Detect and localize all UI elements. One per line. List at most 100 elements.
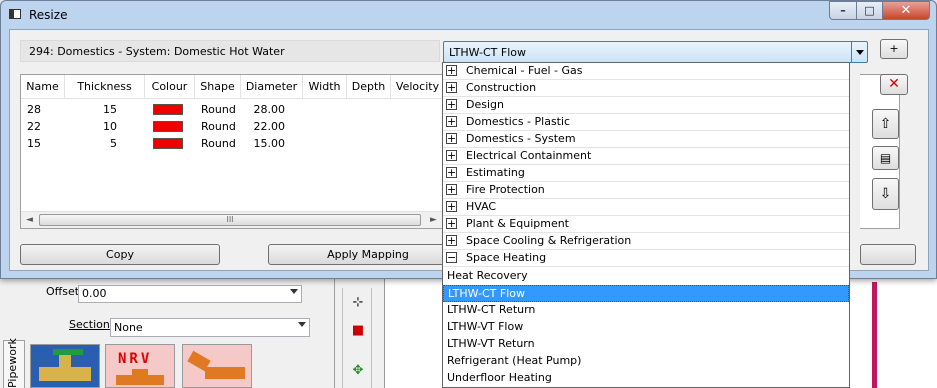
column-header-thickness[interactable]: Thickness <box>65 75 145 99</box>
tee-fitting-tile[interactable] <box>182 344 252 388</box>
expand-icon[interactable]: + <box>446 65 457 76</box>
maximize-button[interactable]: □ <box>856 1 883 20</box>
title-bar[interactable]: Resize – □ ✕ <box>1 1 936 29</box>
apply-mapping-button[interactable]: Apply Mapping <box>268 244 468 265</box>
list-item-group[interactable]: + Fire Protection <box>443 182 849 199</box>
window-icon <box>9 9 21 19</box>
table-row[interactable]: 15 5 Round 15.00 <box>21 135 442 152</box>
list-item[interactable]: Underfloor Heating <box>443 370 849 387</box>
group-label: Chemical - Fuel - Gas <box>466 64 583 77</box>
collapse-icon[interactable]: − <box>446 252 457 263</box>
expand-icon[interactable]: + <box>446 133 457 144</box>
pipe-line <box>872 282 877 388</box>
ball-valve-icon <box>39 349 91 381</box>
list-item-group[interactable]: + Electrical Containment <box>443 148 849 165</box>
minimize-button[interactable]: – <box>829 1 857 20</box>
add-button[interactable]: + <box>880 39 908 59</box>
expand-icon[interactable]: + <box>446 201 457 212</box>
cell-name: 15 <box>27 137 41 150</box>
delete-x-icon: ✕ <box>888 76 900 92</box>
cell-shape: Round <box>201 120 236 133</box>
cell-name: 22 <box>27 120 41 133</box>
list-item[interactable]: LTHW-CT Return <box>443 302 849 319</box>
section-combo[interactable]: None <box>110 318 310 337</box>
connector-icon[interactable]: ⊹ <box>349 294 367 312</box>
offset-value: 0.00 <box>82 287 107 300</box>
column-header-colour[interactable]: Colour <box>145 75 195 99</box>
horizontal-scrollbar[interactable]: ◄ III ► <box>21 211 442 228</box>
expand-icon[interactable]: + <box>446 99 457 110</box>
group-label: Fire Protection <box>466 183 545 196</box>
column-header-width[interactable]: Width <box>303 75 347 99</box>
list-item-group[interactable]: + Plant & Equipment <box>443 216 849 233</box>
expand-icon[interactable]: + <box>446 116 457 127</box>
section-value: None <box>114 321 143 334</box>
expand-icon[interactable]: + <box>446 218 457 229</box>
move-down-button[interactable]: ⇩ <box>872 178 899 210</box>
column-header-name[interactable]: Name <box>21 75 65 99</box>
arrow-down-icon: ⇩ <box>879 186 892 202</box>
cell-shape: Round <box>201 103 236 116</box>
group-label: Space Heating <box>466 251 547 264</box>
tab-pipework-label: Pipework <box>6 338 19 388</box>
list-item-group[interactable]: + Domestics - System <box>443 131 849 148</box>
list-item-selected[interactable]: LTHW-CT Flow <box>443 285 849 302</box>
column-header-shape[interactable]: Shape <box>195 75 241 99</box>
cell-name: 28 <box>27 103 41 116</box>
copy-button[interactable]: Copy <box>20 244 220 265</box>
chevron-down-icon <box>298 322 306 327</box>
list-item[interactable]: Refrigerant (Heat Pump) <box>443 353 849 370</box>
group-label: Domestics - System <box>466 132 576 145</box>
column-header-diameter[interactable]: Diameter <box>241 75 303 99</box>
minimize-icon: – <box>840 4 846 17</box>
expand-icon[interactable]: + <box>446 150 457 161</box>
red-block-icon[interactable]: ■ <box>349 322 367 340</box>
list-item-group[interactable]: + Construction <box>443 80 849 97</box>
list-item-group[interactable]: + Design <box>443 97 849 114</box>
properties-button[interactable]: ▤ <box>872 146 899 170</box>
list-item-group[interactable]: − Space Heating <box>443 250 849 267</box>
list-item-group[interactable]: + Domestics - Plastic <box>443 114 849 131</box>
grid-header: Name Thickness Colour Shape Diameter Wid… <box>21 75 442 99</box>
group-label: Construction <box>466 81 537 94</box>
colour-swatch[interactable] <box>153 104 183 115</box>
nrv-tile[interactable]: NRV <box>105 344 175 388</box>
mapping-combo[interactable]: LTHW-CT Flow <box>443 41 868 63</box>
table-row[interactable]: 22 10 Round 22.00 <box>21 118 442 135</box>
offset-label: Offset <box>46 285 80 298</box>
list-item[interactable]: Heat Recovery <box>443 268 849 285</box>
valve-tile[interactable] <box>30 344 100 388</box>
group-label: Electrical Containment <box>466 149 592 162</box>
group-label: Estimating <box>466 166 525 179</box>
properties-icon: ▤ <box>879 151 892 165</box>
expand-icon[interactable]: + <box>446 184 457 195</box>
chevron-down-icon[interactable] <box>851 42 867 62</box>
list-item-group[interactable]: + Estimating <box>443 165 849 182</box>
close-button[interactable]: ✕ <box>882 1 930 20</box>
scroll-left-icon[interactable]: ◄ <box>21 212 38 228</box>
column-header-depth[interactable]: Depth <box>347 75 391 99</box>
scroll-thumb[interactable]: III <box>39 214 421 226</box>
group-label: Domestics - Plastic <box>466 115 571 128</box>
column-header-velocity[interactable]: Velocity <box>391 75 444 99</box>
expand-icon[interactable]: + <box>446 167 457 178</box>
list-item-group[interactable]: + Space Cooling & Refrigeration <box>443 233 849 250</box>
scroll-right-icon[interactable]: ► <box>425 212 442 228</box>
dialog-action-button[interactable] <box>860 244 916 265</box>
move-up-button[interactable]: ⇧ <box>872 109 899 139</box>
table-row[interactable]: 28 15 Round 28.00 <box>21 101 442 118</box>
offset-combo[interactable]: 0.00 <box>78 285 302 303</box>
list-item[interactable]: LTHW-VT Return <box>443 336 849 353</box>
mapping-dropdown-list: + Chemical - Fuel - Gas + Construction + De… <box>442 62 850 388</box>
list-item-group[interactable]: + Chemical - Fuel - Gas <box>443 63 849 80</box>
group-label: Space Cooling & Refrigeration <box>466 234 632 247</box>
move-icon[interactable]: ✥ <box>349 362 367 380</box>
list-item[interactable]: LTHW-VT Flow <box>443 319 849 336</box>
delete-button[interactable]: ✕ <box>880 74 908 95</box>
mapping-selected-value: LTHW-CT Flow <box>449 46 527 59</box>
list-item-group[interactable]: + HVAC <box>443 199 849 216</box>
expand-icon[interactable]: + <box>446 235 457 246</box>
expand-icon[interactable]: + <box>446 82 457 93</box>
colour-swatch[interactable] <box>153 138 183 149</box>
colour-swatch[interactable] <box>153 121 183 132</box>
